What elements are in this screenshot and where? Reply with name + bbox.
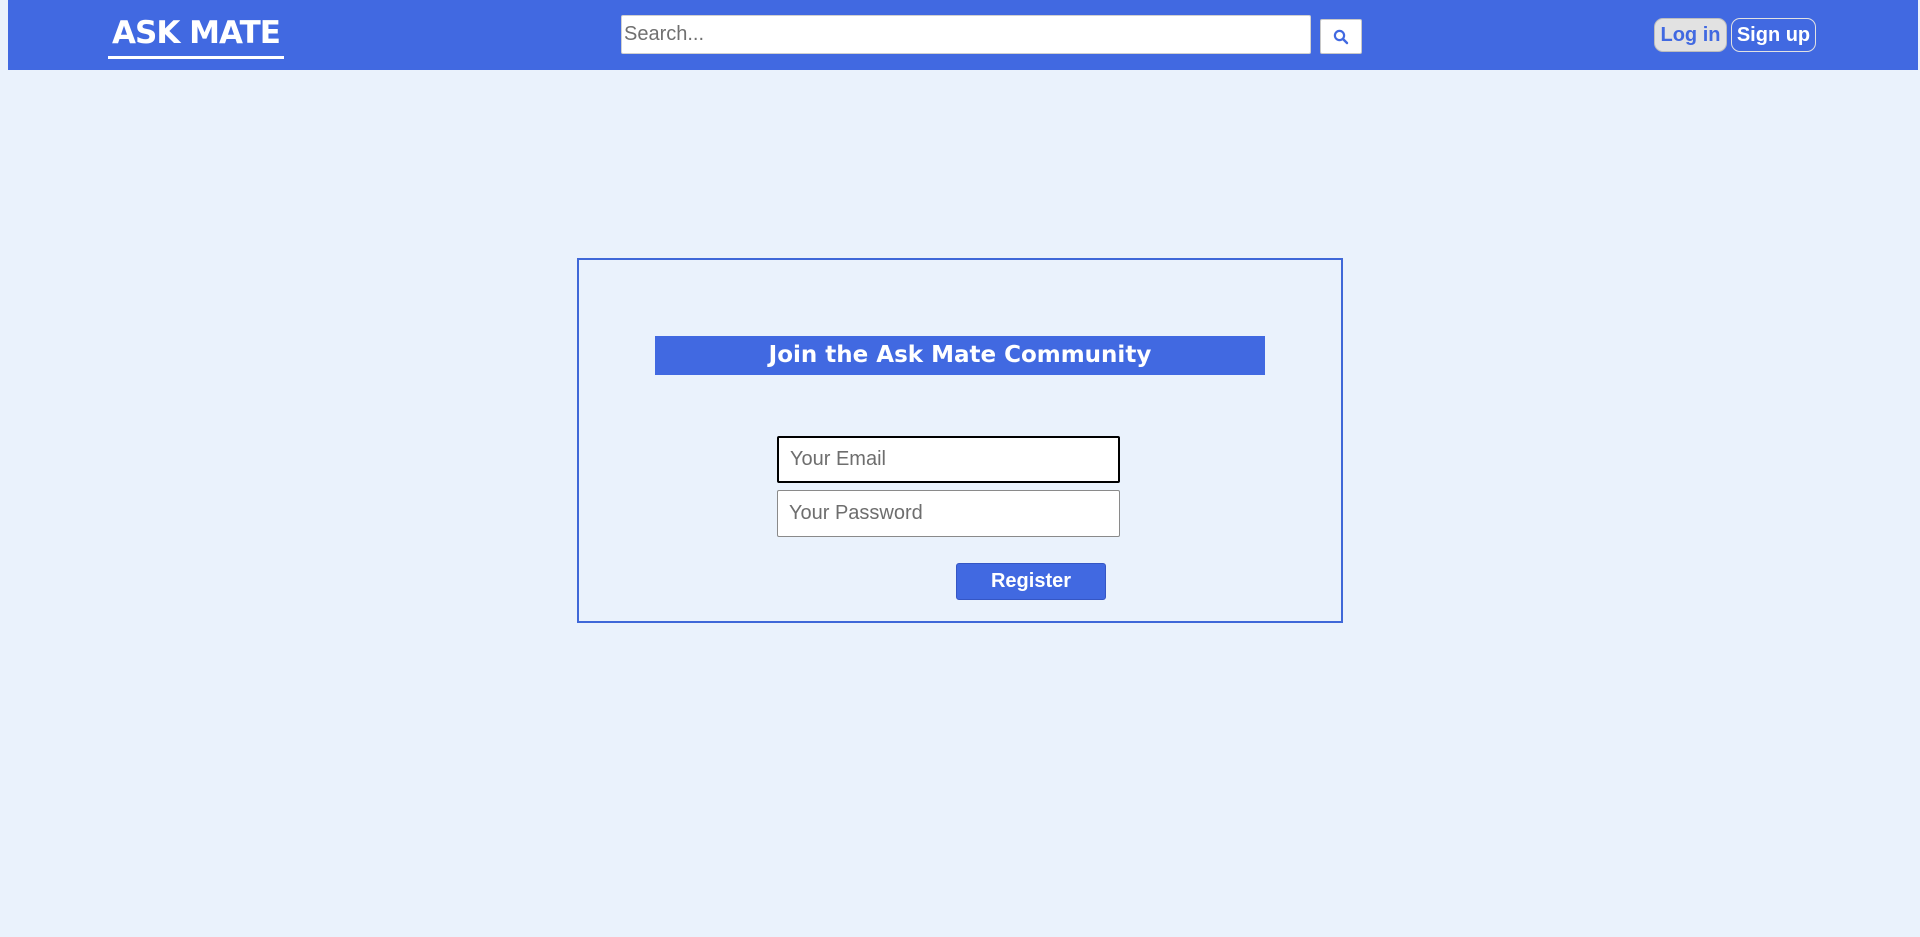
search-button[interactable] [1320, 19, 1362, 54]
search-icon [1333, 29, 1349, 44]
signup-button[interactable]: Sign up [1731, 18, 1816, 52]
register-button[interactable]: Register [956, 563, 1106, 600]
search-input[interactable] [621, 15, 1311, 54]
password-field[interactable] [777, 490, 1120, 537]
login-button[interactable]: Log in [1654, 18, 1727, 52]
top-navbar: ASK MATE Log in Sign up [8, 0, 1918, 70]
email-field[interactable] [777, 436, 1120, 483]
register-title: Join the Ask Mate Community [655, 336, 1265, 375]
site-logo[interactable]: ASK MATE [108, 14, 284, 59]
